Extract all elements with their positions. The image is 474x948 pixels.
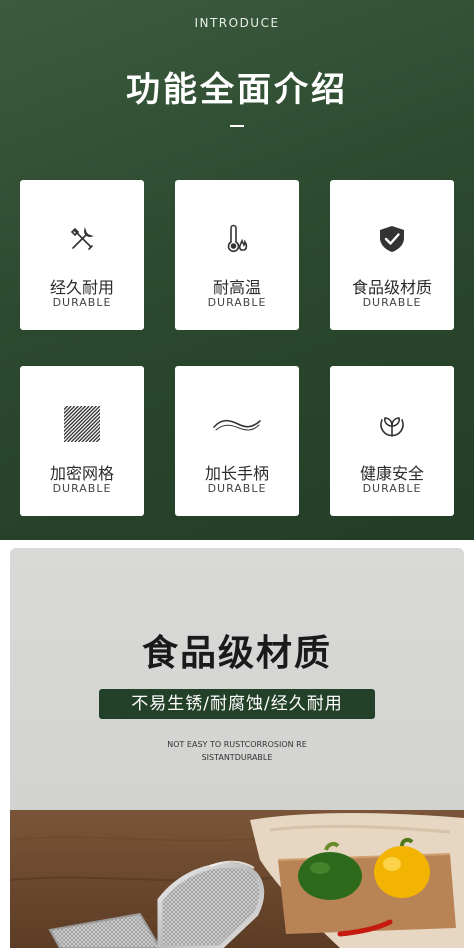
material-title: 食品级材质: [141, 633, 332, 674]
feature-title: 耐高温: [212, 278, 261, 297]
material-section: 食品级材质 不易生锈/耐腐蚀/经久耐用 NOT EASY TO RUSTCORR…: [10, 548, 464, 948]
english-caption-line-2: SISTANTDURABLE: [201, 753, 273, 762]
feature-card-heat-resistant: 耐高温 DURABLE: [175, 180, 299, 330]
section-title: 功能全面介绍: [126, 70, 348, 110]
feature-subtitle: DURABLE: [362, 296, 422, 309]
feature-card-durable: 经久耐用 DURABLE: [20, 180, 144, 330]
feature-title: 加密网格: [49, 464, 114, 483]
english-caption-line-1: NOT EASY TO RUSTCORROSION RE: [167, 740, 307, 749]
feature-title: 加长手柄: [204, 464, 269, 483]
material-english-caption: NOT EASY TO RUSTCORROSION RE SISTANTDURA…: [10, 738, 464, 764]
feature-card-long-handle: 加长手柄 DURABLE: [175, 366, 299, 516]
section-kicker: INTRODUCE: [194, 16, 280, 30]
feature-section: INTRODUCE 功能全面介绍 经久耐用 DURABLE 耐高温 DURABL…: [0, 0, 474, 540]
feature-card-fine-mesh: 加密网格 DURABLE: [20, 366, 144, 516]
feature-subtitle: DURABLE: [52, 482, 112, 495]
title-divider: [230, 125, 244, 127]
feature-card-healthy-safe: 健康安全 DURABLE: [330, 366, 454, 516]
feature-card-food-grade: 食品级材质 DURABLE: [330, 180, 454, 330]
feature-subtitle: DURABLE: [362, 482, 422, 495]
feature-title: 食品级材质: [351, 278, 432, 297]
mesh-icon: [64, 406, 100, 442]
feature-subtitle: DURABLE: [52, 296, 112, 309]
thermometer-flame-icon: [227, 224, 248, 253]
product-photo: [10, 810, 464, 948]
feature-subtitle: DURABLE: [207, 296, 267, 309]
feature-title: 经久耐用: [49, 278, 114, 297]
leaf-circle-icon: [380, 417, 404, 437]
feature-title: 健康安全: [359, 464, 424, 483]
wavy-handle-icon: [213, 419, 261, 431]
tools-icon: [70, 227, 94, 250]
material-tagline-badge: 不易生锈/耐腐蚀/经久耐用: [99, 689, 375, 719]
feature-subtitle: DURABLE: [207, 482, 267, 495]
shield-check-icon: [380, 226, 404, 252]
